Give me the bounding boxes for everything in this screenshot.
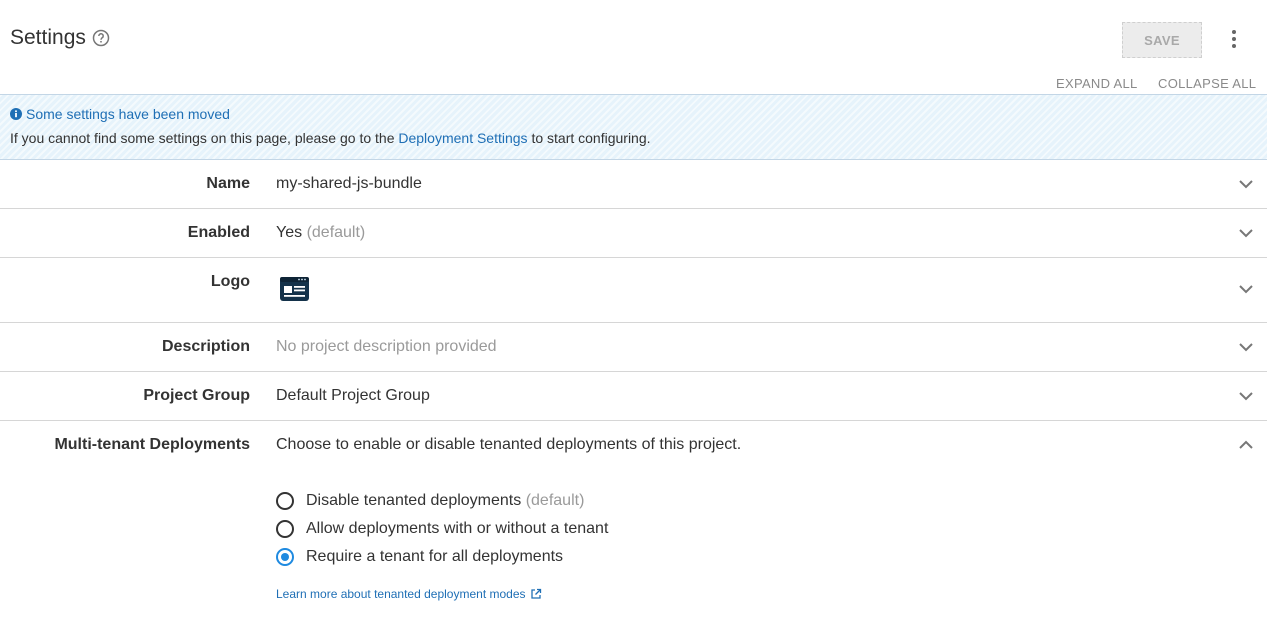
radio-button[interactable] bbox=[276, 520, 294, 538]
callout-title-text: Some settings have been moved bbox=[26, 106, 230, 122]
callout-title: Some settings have been moved bbox=[10, 106, 230, 122]
enabled-value: Yes bbox=[276, 224, 303, 241]
collapse-all-button[interactable]: COLLAPSE ALL bbox=[1158, 76, 1256, 91]
page-title: Settings bbox=[10, 26, 86, 49]
learn-more-link[interactable]: Learn more about tenanted deployment mod… bbox=[276, 587, 542, 601]
setting-label: Description bbox=[161, 338, 250, 355]
setting-value: my-shared-js-bundle bbox=[276, 175, 422, 192]
callout-text-after: to start configuring. bbox=[527, 130, 651, 146]
chevron-down-icon[interactable] bbox=[1238, 284, 1254, 294]
external-link-icon bbox=[530, 588, 541, 599]
default-hint: (default) bbox=[525, 492, 585, 509]
setting-label: Logo bbox=[210, 273, 250, 290]
project-logo-icon bbox=[280, 277, 309, 301]
radio-disable-tenanted[interactable]: Disable tenanted deployments (default) bbox=[276, 490, 584, 512]
chevron-down-icon[interactable] bbox=[1238, 179, 1254, 189]
expand-all-button[interactable]: EXPAND ALL bbox=[1056, 76, 1138, 91]
setting-row-multi-tenant: Multi-tenant Deployments Choose to enabl… bbox=[0, 421, 1267, 619]
radio-label: Disable tenanted deployments bbox=[306, 492, 522, 509]
radio-require-tenant[interactable]: Require a tenant for all deployments bbox=[276, 546, 563, 568]
setting-row-name[interactable]: Name my-shared-js-bundle bbox=[0, 160, 1267, 209]
radio-allow-tenant-optional[interactable]: Allow deployments with or without a tena… bbox=[276, 518, 608, 540]
callout-text: If you cannot find some settings on this… bbox=[10, 130, 651, 146]
default-hint: (default) bbox=[306, 224, 366, 241]
page-header: Settings SAVE EXPAND ALL COLLAPSE ALL bbox=[0, 0, 1267, 91]
setting-label: Project Group bbox=[143, 387, 250, 404]
setting-label: Name bbox=[206, 175, 250, 192]
info-icon bbox=[10, 108, 22, 120]
setting-label: Multi-tenant Deployments bbox=[54, 436, 250, 453]
setting-label: Enabled bbox=[187, 224, 250, 241]
settings-moved-callout: Some settings have been moved If you can… bbox=[0, 94, 1267, 160]
more-vertical-icon[interactable] bbox=[1224, 28, 1244, 50]
radio-label: Require a tenant for all deployments bbox=[306, 548, 564, 565]
chevron-down-icon[interactable] bbox=[1238, 228, 1254, 238]
chevron-down-icon[interactable] bbox=[1238, 391, 1254, 401]
setting-row-project-group[interactable]: Project Group Default Project Group bbox=[0, 372, 1267, 421]
setting-row-enabled[interactable]: Enabled Yes (default) bbox=[0, 209, 1267, 258]
help-icon[interactable] bbox=[92, 29, 110, 47]
radio-label: Allow deployments with or without a tena… bbox=[306, 520, 609, 537]
learn-more-text: Learn more about tenanted deployment mod… bbox=[276, 587, 526, 601]
callout-text-before: If you cannot find some settings on this… bbox=[10, 130, 399, 146]
radio-button-selected[interactable] bbox=[276, 548, 294, 566]
setting-value: Default Project Group bbox=[276, 387, 430, 404]
chevron-up-icon[interactable] bbox=[1238, 440, 1254, 450]
chevron-down-icon[interactable] bbox=[1238, 342, 1254, 352]
setting-value: No project description provided bbox=[276, 338, 497, 355]
deployment-settings-link[interactable]: Deployment Settings bbox=[398, 130, 527, 146]
radio-button[interactable] bbox=[276, 492, 294, 510]
setting-row-description[interactable]: Description No project description provi… bbox=[0, 323, 1267, 372]
save-button[interactable]: SAVE bbox=[1122, 22, 1202, 58]
setting-value: Yes (default) bbox=[276, 224, 365, 242]
setting-row-logo[interactable]: Logo bbox=[0, 258, 1267, 323]
setting-value: Choose to enable or disable tenanted dep… bbox=[276, 436, 742, 453]
